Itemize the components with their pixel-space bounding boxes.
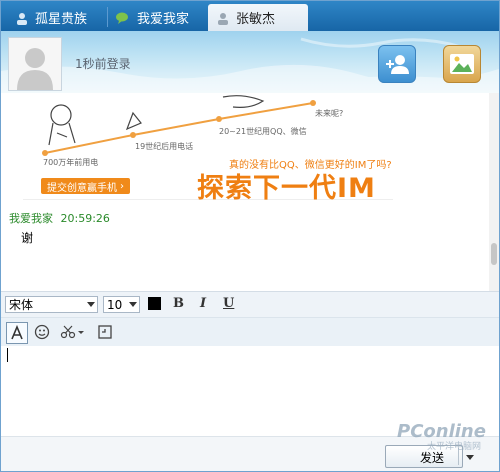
- group-chat-icon: [115, 11, 131, 25]
- history-scrollbar[interactable]: [489, 93, 499, 291]
- bold-button[interactable]: B: [173, 296, 184, 311]
- chat-header: 1秒前登录: [1, 31, 499, 93]
- font-family-value: 宋体: [9, 298, 34, 312]
- default-avatar-icon: [9, 38, 61, 90]
- add-contact-icon: [386, 55, 409, 74]
- tab-zhangminjie[interactable]: 张敏杰: [208, 4, 308, 31]
- smiley-icon: [34, 324, 50, 340]
- cta-label: 提交创意赢手机: [47, 182, 117, 194]
- send-picture-button[interactable]: [443, 45, 481, 83]
- font-a-icon: [11, 325, 23, 340]
- arrow-right-icon: ›: [120, 180, 124, 192]
- chat-window: 孤星贵族 我爱我家 张敏杰 1秒前登录 700万年前用电 19世纪后用电话 20…: [0, 0, 500, 472]
- add-friend-button[interactable]: [378, 45, 416, 83]
- watermark-subtitle: 太平洋电脑网: [427, 442, 482, 452]
- message-text: 谢: [21, 231, 34, 245]
- message-history: 700万年前用电 19世纪后用电话 20~21世纪用QQ、微信 未来呢? 真的没…: [1, 93, 489, 291]
- underline-button[interactable]: U: [223, 296, 234, 311]
- font-size-value: 10: [107, 297, 123, 312]
- milestone-label: 700万年前用电: [43, 158, 99, 167]
- font-family-select[interactable]: 宋体: [5, 296, 98, 313]
- tab-label: 张敏杰: [236, 12, 276, 27]
- login-status: 1秒前登录: [75, 57, 131, 71]
- text-caret: [7, 348, 8, 362]
- tab-guxing[interactable]: 孤星贵族: [7, 4, 107, 31]
- font-color-button[interactable]: [148, 297, 161, 310]
- history-icon: [98, 325, 112, 339]
- milestone-label: 未来呢?: [315, 109, 344, 118]
- screenshot-button[interactable]: [59, 322, 87, 342]
- contact-avatar[interactable]: [8, 37, 62, 91]
- message-time: 20:59:26: [60, 212, 110, 225]
- tab-woaiwojia[interactable]: 我爱我家: [109, 4, 207, 31]
- chevron-down-icon: [87, 302, 95, 307]
- milestone-label: 20~21世纪用QQ、微信: [219, 127, 307, 136]
- message-sender: 我爱我家: [9, 212, 53, 225]
- banner-headline: 探索下一代IM: [197, 173, 376, 204]
- user-icon: [216, 11, 230, 25]
- scissors-icon: [60, 325, 84, 339]
- chat-tools-bar: [1, 317, 499, 347]
- font-size-select[interactable]: 10: [103, 296, 140, 313]
- tab-label: 孤星贵族: [35, 12, 88, 27]
- group-icon: [15, 11, 29, 25]
- chevron-down-icon[interactable]: [466, 455, 474, 460]
- font-style-button[interactable]: [6, 322, 28, 344]
- banner-cta-button[interactable]: 提交创意赢手机 ›: [41, 178, 130, 194]
- picture-icon: [450, 54, 474, 74]
- message-log-button[interactable]: [95, 322, 115, 342]
- chevron-down-icon: [129, 302, 137, 307]
- tab-label: 我爱我家: [137, 12, 190, 27]
- emoji-button[interactable]: [32, 322, 52, 342]
- scrollbar-thumb[interactable]: [491, 243, 497, 265]
- tab-bar: 孤星贵族 我爱我家 张敏杰: [1, 1, 499, 31]
- italic-button[interactable]: I: [200, 296, 206, 311]
- message-header: 我爱我家 20:59:26: [9, 210, 110, 226]
- milestone-label: 19世纪后用电话: [135, 142, 194, 151]
- ad-banner[interactable]: 700万年前用电 19世纪后用电话 20~21世纪用QQ、微信 未来呢? 真的没…: [23, 93, 393, 204]
- tab-divider: [107, 7, 108, 27]
- format-toolbar: 宋体 10 B I U: [1, 291, 499, 318]
